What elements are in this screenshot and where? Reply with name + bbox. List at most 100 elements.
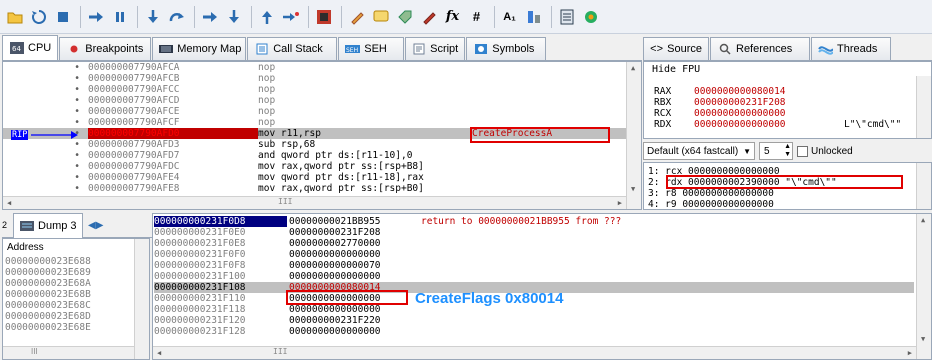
scroll-right-icon[interactable]: ▶ [618,199,622,207]
trace-into-icon[interactable] [199,6,220,27]
stack-row[interactable]: 000000000231F0E0 000000000231F208 [154,227,914,238]
spinner-icon[interactable]: ▲ ▼ [784,143,791,159]
disassembly-pane[interactable]: • 000000007790AFCA nop • 000000007790AFCB nop… [2,61,642,210]
tab-breakpoints[interactable]: Breakpoints [59,37,152,60]
trace-over-icon[interactable] [223,6,244,27]
hash-icon[interactable]: # [466,6,487,27]
scroll-down-icon[interactable]: ▼ [921,335,925,343]
breakpoint-gutter-dot-icon[interactable]: • [3,172,88,183]
stack-row[interactable]: 000000000231F100 0000000000000000 [154,271,914,282]
disassembly-vscroll[interactable]: ▲ ▼ [626,62,641,209]
breakpoint-gutter-dot-icon[interactable]: • [3,73,88,84]
dump-vscroll[interactable] [134,239,149,359]
restart-icon[interactable] [28,6,49,27]
tab-script[interactable]: Script [405,37,466,60]
strings-icon[interactable] [523,6,544,27]
disassembly-row[interactable]: • 000000007790AFCE nop [3,106,628,117]
tab-source[interactable]: <> Source [643,37,709,60]
breakpoint-gutter-dot-icon[interactable]: • [3,62,88,73]
run-to-user-code-icon[interactable] [280,6,301,27]
stack-pane[interactable]: 000000000231F0D8 00000000021BB955 return t… [152,213,932,360]
scroll-left-icon[interactable]: ◀ [7,199,11,207]
disassembly-row[interactable]: • 000000007790AFE8 mov rax,qword ptr ss:[r… [3,183,628,194]
pause-icon[interactable] [109,6,130,27]
tab-memory-map[interactable]: Memory Map [152,37,247,60]
dump-address-row[interactable]: 00000000023E68E [5,322,135,333]
hscroll-grip[interactable]: III [273,347,287,356]
scroll-up-icon[interactable]: ▲ [631,64,635,72]
tab-overflow-left[interactable]: 2 [2,220,7,230]
scroll-right-icon[interactable]: ▶ [908,349,912,357]
breakpoint-gutter-dot-icon[interactable]: • [3,95,88,106]
breakpoint-gutter-dot-icon[interactable]: • [3,161,88,172]
tab-cpu[interactable]: 64 CPU [2,35,59,60]
argument-row[interactable]: 4: r9 0000000000000000 [648,199,918,209]
dump-address-row[interactable]: 00000000023E68D [5,311,135,322]
stack-row[interactable]: 000000000231F128 0000000000000000 [154,326,914,337]
run-icon[interactable] [85,6,106,27]
label-icon[interactable] [394,6,415,27]
args-pane[interactable]: 1: rcx 0000000000000000 2: rdx 0000000002… [643,162,932,210]
disassembly-row[interactable]: • 000000007790AFCB nop [3,73,628,84]
breakpoint-gutter-dot-icon[interactable]: • [3,117,88,128]
font-icon[interactable]: A₁ [499,6,520,27]
scroll-left-icon[interactable]: ◀ [157,349,161,357]
stack-row[interactable]: 000000000231F0D8 00000000021BB955 return t… [154,216,914,227]
breakpoint-gutter-dot-icon[interactable]: • [3,150,88,161]
breakpoint-gutter-dot-icon[interactable]: • [3,106,88,117]
arg-count-spinner[interactable]: 5 ▲ ▼ [759,142,793,160]
memory-icon[interactable] [556,6,577,27]
argument-row[interactable]: 3: r8 0000000000000000 [648,188,918,199]
tab-dump-3[interactable]: Dump 3 [13,212,84,238]
register-row[interactable]: RAX 0000000000080014 [654,86,914,97]
stop-icon[interactable] [52,6,73,27]
stack-row[interactable]: 000000000231F120 000000000231F220 [154,315,914,326]
tab-references[interactable]: References [710,37,810,60]
tab-call-stack[interactable]: Call Stack [247,37,338,60]
disassembly-row[interactable]: • 000000007790AFCA nop [3,62,628,73]
step-over-icon[interactable] [166,6,187,27]
register-row[interactable]: RDX 0000000000000000 L"\"cmd\"" [654,119,914,130]
disassembly-row[interactable]: • 000000007790AFE4 mov qword ptr ds:[r11-1… [3,172,628,183]
register-row[interactable]: RBX 000000000231F208 [654,97,914,108]
scylla-icon[interactable] [313,6,334,27]
function-icon[interactable]: fx [442,6,463,27]
calling-convention-select[interactable]: Default (x64 fastcall) ▼ [643,142,755,160]
register-row[interactable]: RCX 0000000000000000 [654,108,914,119]
hide-fpu-button[interactable]: Hide FPU [652,64,700,75]
stack-row[interactable]: 000000000231F0F0 0000000000000000 [154,249,914,260]
dump-address-row[interactable]: 00000000023E68B [5,289,135,300]
disassembly-row[interactable]: • 000000007790AFCC nop [3,84,628,95]
breakpoint-gutter-dot-icon[interactable]: • [3,84,88,95]
comment-icon[interactable] [370,6,391,27]
dump-pane[interactable]: Address 00000000023E688 00000000023E689 00… [2,238,150,360]
dump-address-row[interactable]: 00000000023E688 [5,256,135,267]
hscroll-grip[interactable]: III [278,197,292,206]
stack-vscroll[interactable]: ▲ ▼ [916,214,931,359]
dump-hscroll[interactable]: III [3,346,134,359]
registers-pane[interactable]: Hide FPU RAX 0000000000080014 RBX 000000000… [643,61,932,139]
unlocked-checkbox[interactable] [797,145,808,157]
step-into-icon[interactable] [142,6,163,27]
settings-icon[interactable] [580,6,601,27]
args-vscroll[interactable] [916,163,931,209]
disassembly-row[interactable]: • 000000007790AFD7 and qword ptr ds:[r11-1… [3,150,628,161]
execute-till-return-icon[interactable] [256,6,277,27]
dump-address-row[interactable]: 00000000023E68A [5,278,135,289]
scroll-down-icon[interactable]: ▼ [631,185,635,193]
disassembly-row[interactable]: • 000000007790AFDC mov rax,qword ptr ss:[r… [3,161,628,172]
stack-row[interactable]: 000000000231F0E8 0000000002770000 [154,238,914,249]
tab-seh[interactable]: SEH SEH [338,37,405,60]
dump-address-row[interactable]: 00000000023E68C [5,300,135,311]
bookmark-icon[interactable] [418,6,439,27]
tab-nav-arrows-icon[interactable]: ◀▶ [88,220,103,231]
stack-hscroll[interactable]: ◀ III ▶ [153,346,916,359]
stack-row[interactable]: 000000000231F0F8 0000000000000070 [154,260,914,271]
dump-address-row[interactable]: 00000000023E689 [5,267,135,278]
tab-threads[interactable]: Threads [811,37,891,60]
scroll-up-icon[interactable]: ▲ [921,216,925,224]
registers-vscroll[interactable] [916,76,931,138]
patch-icon[interactable] [346,6,367,27]
disassembly-hscroll[interactable]: ◀ III ▶ [3,196,626,209]
open-icon[interactable] [4,6,25,27]
